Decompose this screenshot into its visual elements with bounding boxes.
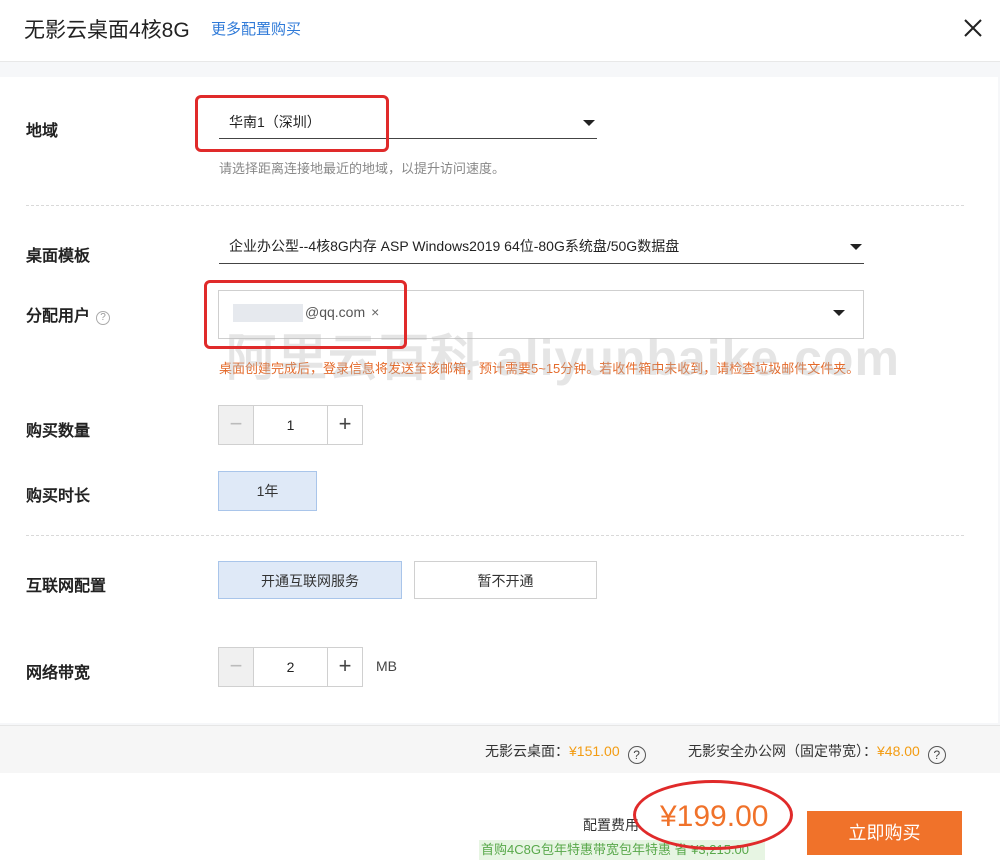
section-divider (26, 205, 964, 206)
annotation-highlight (195, 95, 389, 152)
bandwidth-label: 网络带宽 (26, 665, 91, 682)
network-price-item: 无影安全办公网（固定带宽）：¥48.00? (688, 741, 946, 764)
section-divider (26, 535, 964, 536)
footer: 配置费用 ¥199.00 首购4C8G包年特惠带宽包年特惠 省 ¥3,215.0… (0, 773, 1000, 867)
desktop-price: ¥151.00 (569, 743, 620, 759)
quantity-value[interactable]: 1 (254, 406, 327, 444)
increment-button[interactable]: + (327, 406, 362, 444)
template-label: 桌面模板 (26, 248, 91, 265)
template-select[interactable]: 企业办公型--4核8G内存 ASP Windows2019 64位-80G系统盘… (219, 236, 864, 264)
assign-user-label-text: 分配用户 (26, 308, 91, 325)
more-config-link[interactable]: 更多配置购买 (211, 18, 301, 39)
internet-option-enable[interactable]: 开通互联网服务 (218, 561, 402, 599)
network-price-label: 无影安全办公网（固定带宽）： (688, 743, 877, 759)
dialog-header: 无影云桌面4核8G 更多配置购买 (0, 0, 1000, 62)
chevron-down-icon (583, 120, 595, 126)
internet-option-disable[interactable]: 暂不开通 (414, 561, 597, 599)
increment-button[interactable]: + (327, 648, 362, 686)
region-hint: 请选择距离连接地最近的地域，以提升访问速度。 (219, 161, 506, 176)
fee-label: 配置费用 (583, 817, 639, 833)
help-icon[interactable]: ? (927, 746, 946, 764)
region-label: 地域 (26, 123, 59, 140)
bandwidth-stepper: − 2 + (218, 647, 363, 687)
duration-label: 购买时长 (26, 488, 91, 505)
bandwidth-value[interactable]: 2 (254, 648, 327, 686)
duration-option-1y[interactable]: 1年 (218, 471, 317, 511)
desktop-price-item: 无影云桌面：¥151.00? (485, 741, 646, 764)
internet-label: 互联网配置 (26, 578, 107, 595)
bandwidth-unit: MB (376, 658, 397, 674)
network-price: ¥48.00 (877, 743, 920, 759)
desktop-price-label: 无影云桌面： (485, 743, 569, 759)
dialog-title: 无影云桌面4核8G (24, 19, 190, 42)
price-summary: 无影云桌面：¥151.00? 无影安全办公网（固定带宽）：¥48.00? (0, 725, 1000, 773)
assign-user-label: 分配用户? (26, 302, 111, 326)
decrement-button[interactable]: − (219, 648, 254, 686)
quantity-stepper: − 1 + (218, 405, 363, 445)
quantity-label: 购买数量 (26, 423, 91, 440)
template-value: 企业办公型--4核8G内存 ASP Windows2019 64位-80G系统盘… (229, 238, 680, 254)
help-icon[interactable]: ? (627, 746, 646, 764)
close-icon[interactable] (961, 16, 985, 40)
chevron-down-icon (850, 244, 862, 250)
chevron-down-icon (833, 310, 845, 316)
email-warning: 桌面创建完成后，登录信息将发送至该邮箱，预计需要5~15分钟。若收件箱中未收到，… (219, 361, 860, 376)
annotation-highlight (204, 280, 407, 349)
buy-now-button[interactable]: 立即购买 (807, 811, 962, 855)
annotation-highlight (633, 780, 793, 850)
decrement-button[interactable]: − (219, 406, 254, 444)
help-icon[interactable]: ? (96, 311, 111, 325)
